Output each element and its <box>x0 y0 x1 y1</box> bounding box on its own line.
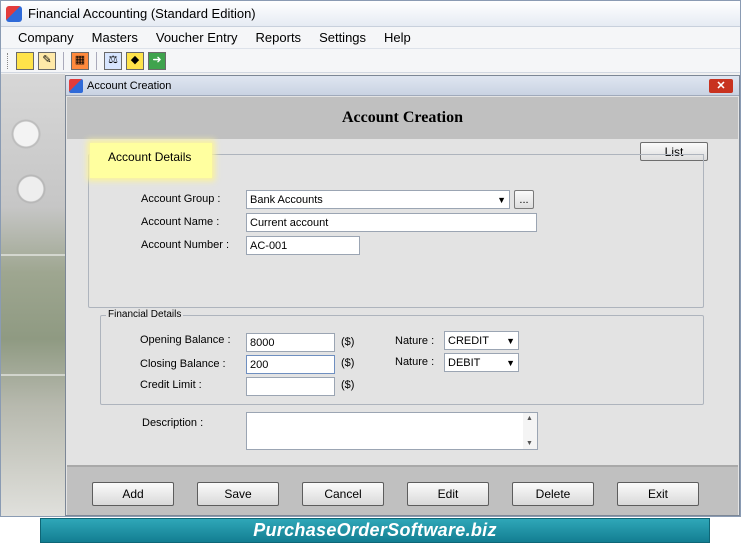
account-group-value: Bank Accounts <box>250 194 323 206</box>
scroll-down-icon[interactable]: ▼ <box>526 440 533 447</box>
account-name-input[interactable]: Current account <box>246 213 537 232</box>
closing-currency-label: ($) <box>341 357 355 369</box>
button-bar: Add Save Cancel Edit Delete Exit <box>67 465 738 515</box>
account-group-select[interactable]: Bank Accounts ▼ <box>246 190 510 209</box>
account-creation-window: Account Creation ✕ Account Creation List… <box>65 75 740 516</box>
app-window: Financial Accounting (Standard Edition) … <box>0 0 741 517</box>
opening-balance-label: Opening Balance : <box>140 334 231 346</box>
account-details-group-border <box>212 154 704 155</box>
chevron-down-icon: ▼ <box>506 358 515 368</box>
chevron-down-icon: ▼ <box>506 336 515 346</box>
child-window-title: Account Creation <box>87 79 172 92</box>
child-title-bar: Account Creation ✕ <box>66 76 739 96</box>
menu-settings[interactable]: Settings <box>310 27 375 49</box>
footer-text: PurchaseOrderSoftware.biz <box>253 520 497 540</box>
menu-bar: Company Masters Voucher Entry Reports Se… <box>1 27 740 49</box>
background-image <box>1 74 65 516</box>
close-button[interactable]: ✕ <box>709 79 733 93</box>
browse-button[interactable]: ... <box>514 190 534 209</box>
closing-balance-label: Closing Balance : <box>140 358 226 370</box>
toolbar-separator <box>96 51 97 70</box>
account-number-input[interactable]: AC-001 <box>246 236 360 255</box>
menu-help[interactable]: Help <box>375 27 420 49</box>
closing-nature-select[interactable]: DEBIT ▼ <box>444 353 519 372</box>
menu-voucher-entry[interactable]: Voucher Entry <box>147 27 247 49</box>
account-number-label: Account Number : <box>141 239 230 251</box>
background-decor <box>1 254 65 256</box>
credit-limit-label: Credit Limit : <box>140 379 202 391</box>
exit-icon[interactable]: ➜ <box>148 51 166 70</box>
window-icon <box>69 78 83 93</box>
edit-button[interactable]: Edit <box>407 482 489 506</box>
exit-button[interactable]: Exit <box>617 482 699 506</box>
new-icon[interactable] <box>16 51 34 70</box>
opening-nature-value: CREDIT <box>448 335 489 347</box>
description-label: Description : <box>142 417 204 429</box>
menu-reports[interactable]: Reports <box>247 27 311 49</box>
account-group-label: Account Group : <box>141 193 221 205</box>
menu-masters[interactable]: Masters <box>83 27 147 49</box>
description-textarea[interactable]: ▲ ▼ <box>246 412 538 450</box>
title-bar: Financial Accounting (Standard Edition) <box>1 1 740 27</box>
description-scrollbar[interactable]: ▲ ▼ <box>523 413 537 449</box>
credit-limit-currency-label: ($) <box>341 379 355 391</box>
add-button[interactable]: Add <box>92 482 174 506</box>
account-name-label: Account Name : <box>141 216 220 228</box>
page-title: Account Creation <box>341 109 464 126</box>
calculator-icon[interactable]: ▦ <box>71 51 89 70</box>
heading-band: Account Creation <box>67 97 738 139</box>
opening-balance-input[interactable]: 8000 <box>246 333 335 352</box>
tag-icon[interactable]: ◆ <box>126 51 144 70</box>
financial-details-legend: Financial Details <box>106 309 184 320</box>
cancel-button[interactable]: Cancel <box>302 482 384 506</box>
scroll-up-icon[interactable]: ▲ <box>526 415 533 422</box>
menu-company[interactable]: Company <box>1 27 83 49</box>
chevron-down-icon: ▼ <box>497 195 506 205</box>
toolbar-separator <box>63 51 64 70</box>
closing-nature-value: DEBIT <box>448 357 481 369</box>
edit-icon[interactable]: ✎ <box>38 51 56 70</box>
toolbar: ✎ ▦ ⚖ ◆ ➜ <box>1 49 740 73</box>
balance-icon[interactable]: ⚖ <box>104 51 122 70</box>
footer-banner: PurchaseOrderSoftware.biz <box>40 518 710 543</box>
closing-nature-label: Nature : <box>395 356 435 368</box>
opening-nature-label: Nature : <box>395 335 435 347</box>
app-logo-icon <box>6 5 22 22</box>
opening-nature-select[interactable]: CREDIT ▼ <box>444 331 519 350</box>
save-button[interactable]: Save <box>197 482 279 506</box>
toolbar-grip <box>7 52 10 69</box>
delete-button[interactable]: Delete <box>512 482 594 506</box>
app-title: Financial Accounting (Standard Edition) <box>28 6 256 21</box>
opening-currency-label: ($) <box>341 336 355 348</box>
background-decor <box>1 374 65 376</box>
closing-balance-input[interactable]: 200 <box>246 355 335 374</box>
credit-limit-input[interactable] <box>246 377 335 396</box>
account-details-legend: Account Details <box>90 143 212 178</box>
